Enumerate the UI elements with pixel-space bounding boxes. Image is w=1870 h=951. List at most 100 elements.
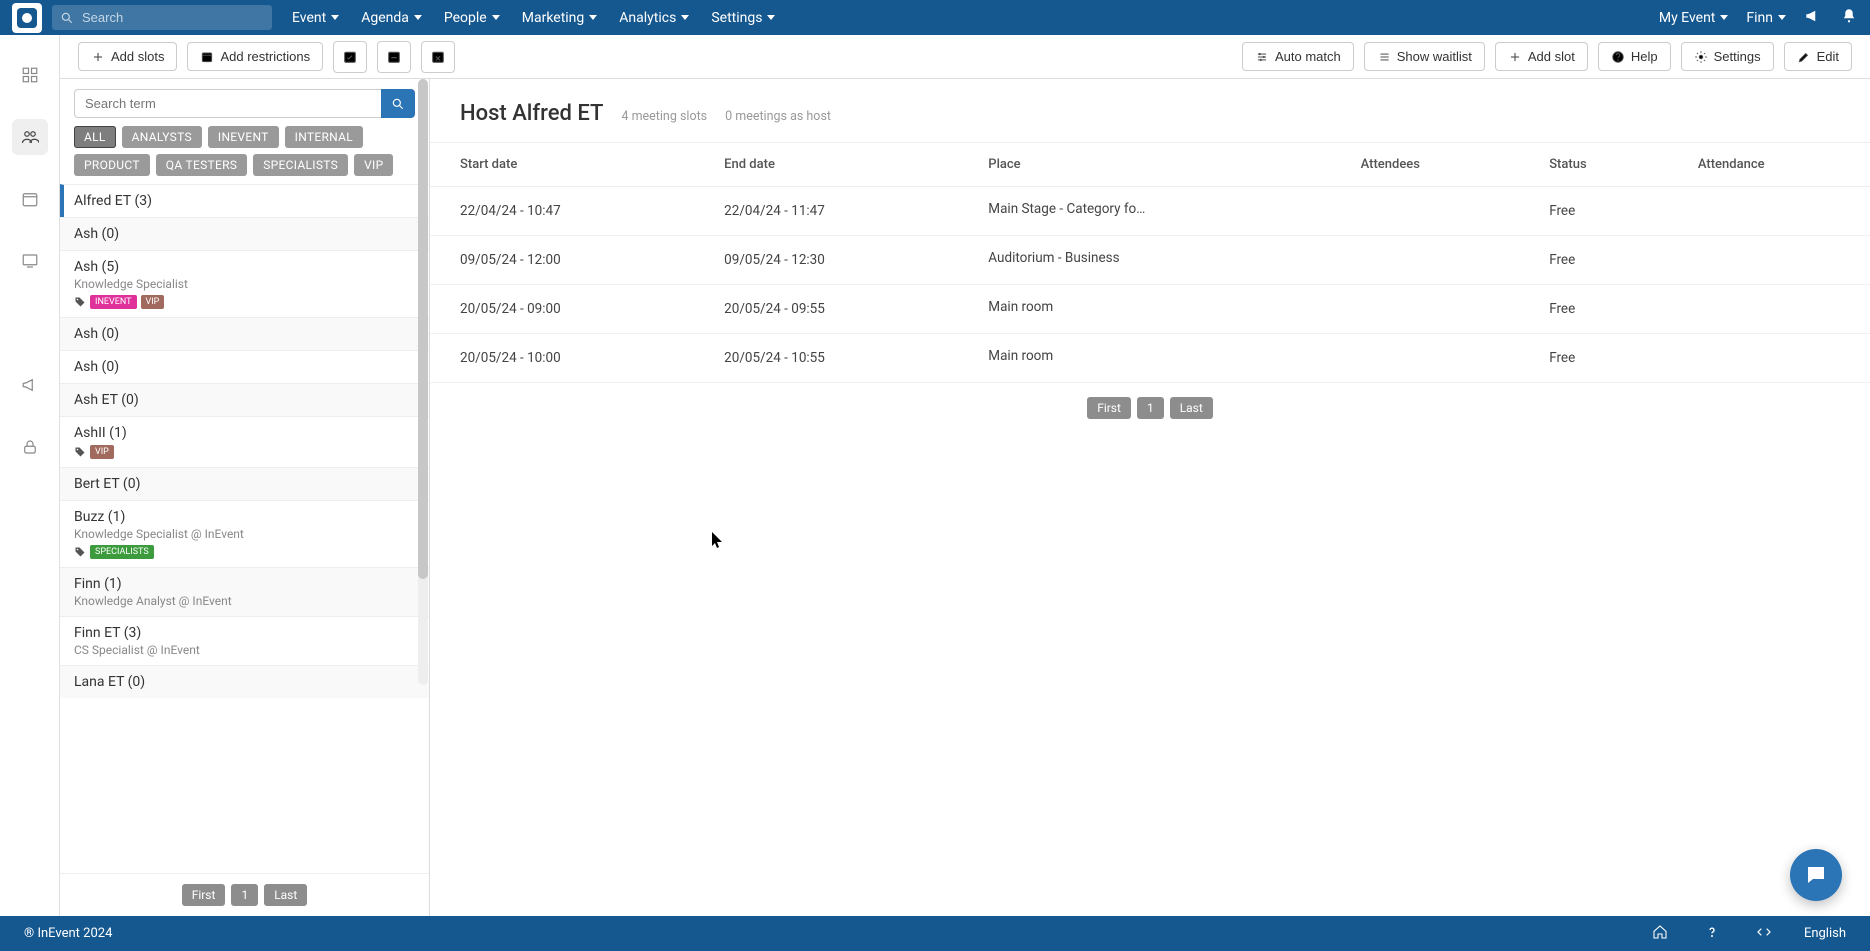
menu-my-event[interactable]: My Event	[1659, 10, 1729, 26]
sidebar-scrollbar[interactable]	[417, 79, 429, 916]
megaphone-icon[interactable]	[1804, 7, 1822, 29]
sidebar-search-input[interactable]	[74, 89, 381, 118]
rail-item-dashboard[interactable]	[12, 57, 48, 93]
chevron-down-icon	[589, 15, 597, 20]
menu-analytics[interactable]: Analytics	[619, 10, 689, 26]
add-slots-button[interactable]: Add slots	[78, 42, 177, 71]
home-icon[interactable]	[1652, 924, 1668, 944]
col-status: Status	[1519, 143, 1668, 187]
edit-button[interactable]: Edit	[1784, 42, 1852, 71]
chip-internal[interactable]: INTERNAL	[285, 126, 363, 148]
table-row[interactable]: 09/05/24 - 12:0009/05/24 - 12:30Auditori…	[430, 236, 1870, 285]
pager-page-1[interactable]: 1	[231, 884, 258, 906]
rail-item-people[interactable]	[12, 119, 48, 155]
cell-attendees	[1331, 187, 1520, 236]
chat-fab[interactable]	[1790, 849, 1842, 901]
cal-x-button[interactable]	[421, 41, 455, 73]
person-name: Buzz (1)	[74, 509, 415, 525]
person-item[interactable]: AshII (1)VIP	[60, 416, 429, 467]
rail-item-calendar[interactable]	[12, 181, 48, 217]
footer-language[interactable]: English	[1804, 926, 1846, 941]
topbar-menu: Event Agenda People Marketing Analytics …	[292, 10, 775, 26]
chip-specialists[interactable]: SPECIALISTS	[253, 154, 348, 176]
person-item[interactable]: Alfred ET (3)	[60, 184, 429, 217]
add-restrictions-button[interactable]: Add restrictions	[187, 42, 323, 71]
cell-start: 22/04/24 - 10:47	[430, 187, 694, 236]
help-icon[interactable]	[1704, 924, 1720, 944]
cell-status: Free	[1519, 334, 1668, 383]
main-pager-first[interactable]: First	[1087, 397, 1131, 419]
menu-user[interactable]: Finn	[1746, 10, 1786, 26]
bell-icon[interactable]	[1840, 7, 1858, 29]
tag-vip: VIP	[90, 445, 114, 459]
cal-check-button[interactable]	[333, 41, 367, 73]
chip-analysts[interactable]: ANALYSTS	[122, 126, 202, 148]
person-item[interactable]: Lana ET (0)	[60, 665, 429, 698]
menu-event[interactable]: Event	[292, 10, 339, 26]
person-item[interactable]: Buzz (1)Knowledge Specialist @ InEventSP…	[60, 500, 429, 567]
cell-status: Free	[1519, 236, 1668, 285]
rail-item-campaign[interactable]	[12, 367, 48, 403]
chip-inevent[interactable]: INEVENT	[208, 126, 279, 148]
menu-marketing[interactable]: Marketing	[522, 10, 598, 26]
cal-minus-button[interactable]	[377, 41, 411, 73]
tag-icon	[74, 296, 86, 308]
show-waitlist-button[interactable]: Show waitlist	[1364, 42, 1485, 71]
tag-icon	[74, 446, 86, 458]
person-item[interactable]: Finn (1)Knowledge Analyst @ InEvent	[60, 567, 429, 616]
auto-match-button[interactable]: Auto match	[1242, 42, 1354, 71]
chevron-down-icon	[492, 15, 500, 20]
main-panel: Host Alfred ET 4 meeting slots 0 meeting…	[430, 79, 1870, 916]
table-row[interactable]: 20/05/24 - 10:0020/05/24 - 10:55Main roo…	[430, 334, 1870, 383]
chip-product[interactable]: PRODUCT	[74, 154, 150, 176]
host-meta-as-host: 0 meetings as host	[725, 109, 831, 124]
chevron-down-icon	[1778, 15, 1786, 20]
chevron-down-icon	[331, 15, 339, 20]
col-end: End date	[694, 143, 958, 187]
app-logo[interactable]	[12, 3, 42, 33]
person-name: Ash (5)	[74, 259, 415, 275]
cell-attendance	[1668, 236, 1870, 285]
person-name: Bert ET (0)	[74, 476, 415, 492]
left-rail	[0, 35, 60, 916]
pager-last[interactable]: Last	[264, 884, 307, 906]
cell-start: 20/05/24 - 10:00	[430, 334, 694, 383]
person-name: Finn (1)	[74, 576, 415, 592]
chip-qa-testers[interactable]: QA TESTERS	[156, 154, 247, 176]
main-pager-page-1[interactable]: 1	[1137, 397, 1164, 419]
host-title: Host Alfred ET	[460, 101, 603, 126]
help-button[interactable]: Help	[1598, 42, 1671, 71]
table-row[interactable]: 20/05/24 - 09:0020/05/24 - 09:55Main roo…	[430, 285, 1870, 334]
person-item[interactable]: Ash ET (0)	[60, 383, 429, 416]
person-item[interactable]: Finn ET (3)CS Specialist @ InEvent	[60, 616, 429, 665]
topbar-right: My Event Finn	[1659, 7, 1858, 29]
settings-button[interactable]: Settings	[1681, 42, 1774, 71]
person-item[interactable]: Ash (5)Knowledge SpecialistINEVENTVIP	[60, 250, 429, 317]
table-row[interactable]: 22/04/24 - 10:4722/04/24 - 11:47Main Sta…	[430, 187, 1870, 236]
menu-settings[interactable]: Settings	[711, 10, 775, 26]
host-header: Host Alfred ET 4 meeting slots 0 meeting…	[430, 79, 1870, 143]
menu-people[interactable]: People	[444, 10, 500, 26]
person-name: Lana ET (0)	[74, 674, 415, 690]
person-item[interactable]: Bert ET (0)	[60, 467, 429, 500]
rail-item-screen[interactable]	[12, 243, 48, 279]
cell-end: 20/05/24 - 10:55	[694, 334, 958, 383]
main-pager-last[interactable]: Last	[1170, 397, 1213, 419]
sidebar-search-button[interactable]	[381, 89, 415, 118]
tag-inevent: INEVENT	[90, 295, 137, 309]
chip-all[interactable]: ALL	[74, 126, 116, 148]
topbar-search-input[interactable]	[52, 5, 272, 30]
chip-vip[interactable]: VIP	[354, 154, 393, 176]
rail-item-lock[interactable]	[12, 429, 48, 465]
person-name: Ash (0)	[74, 226, 415, 242]
code-icon[interactable]	[1756, 924, 1772, 944]
chevron-down-icon	[767, 15, 775, 20]
menu-agenda[interactable]: Agenda	[361, 10, 422, 26]
person-item[interactable]: Ash (0)	[60, 350, 429, 383]
pager-first[interactable]: First	[182, 884, 226, 906]
add-slot-button[interactable]: Add slot	[1495, 42, 1588, 71]
person-item[interactable]: Ash (0)	[60, 217, 429, 250]
person-item[interactable]: Ash (0)	[60, 317, 429, 350]
cell-attendance	[1668, 285, 1870, 334]
person-tags: VIP	[74, 445, 415, 459]
